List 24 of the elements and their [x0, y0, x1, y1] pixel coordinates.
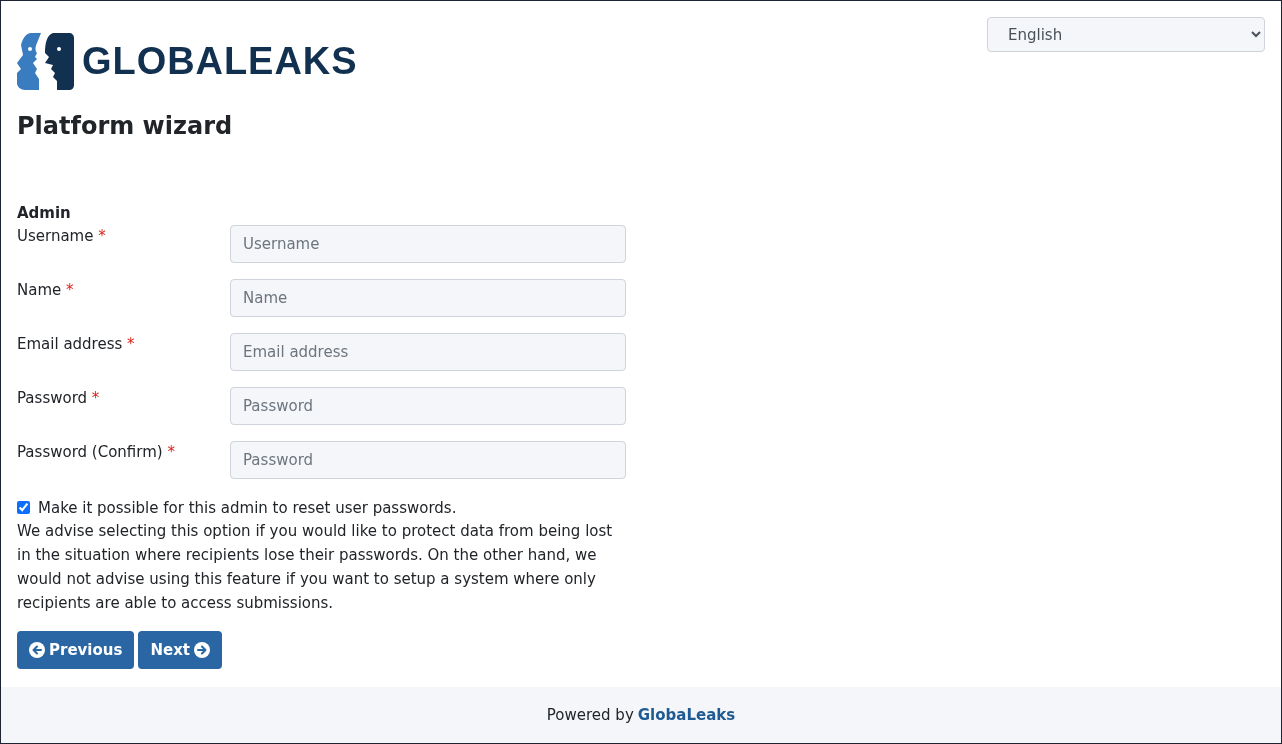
previous-button[interactable]: Previous: [17, 631, 135, 669]
logo-faces-icon: [17, 33, 74, 90]
field-label: Password (Confirm) *: [17, 441, 176, 463]
input-field[interactable]: Password: [230, 440, 626, 479]
field-label: Name *: [17, 279, 75, 301]
input-field[interactable]: Name: [230, 278, 626, 317]
page-title: Platform wizard: [17, 111, 234, 142]
right-arrow-icon: [194, 642, 210, 658]
field-label: Username *: [17, 225, 107, 247]
field-label: Password *: [17, 387, 101, 409]
language-select[interactable]: English: [987, 17, 1265, 52]
logo-text: GLOBALEAKS: [82, 39, 358, 84]
field-label: Email address *: [17, 333, 136, 355]
advice-text: We advise selecting this option if you would like to protect data from being lost in the situation where recipients lose their passwords. On the other hand, we would not advise using this feature if you want to setup a system where only recipients are able to access submissions.: [17, 521, 614, 614]
left-arrow-icon: [29, 642, 45, 658]
footer-link[interactable]: GlobaLeaks: [637, 703, 736, 727]
checkbox-label: Make it possible for this admin to reset user passwords.: [38, 497, 457, 519]
footer-text: Powered by: [546, 704, 634, 726]
next-button[interactable]: Next: [138, 631, 222, 669]
input-field[interactable]: Username: [230, 224, 626, 263]
input-field[interactable]: Password: [230, 386, 626, 425]
input-field[interactable]: Email address: [230, 332, 626, 371]
section-title: Admin: [17, 203, 72, 224]
reset-checkbox[interactable]: [17, 501, 30, 515]
